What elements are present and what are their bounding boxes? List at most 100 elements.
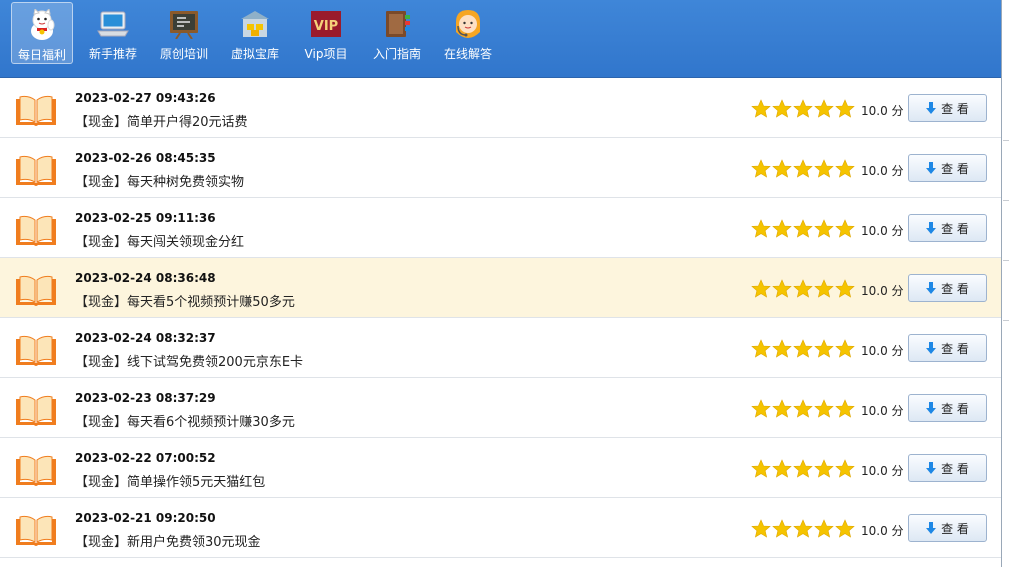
view-button-label: 查 看: [941, 341, 969, 356]
divider: [1003, 200, 1009, 201]
view-button-label: 查 看: [941, 461, 969, 476]
tool-label: 入门指南: [372, 47, 421, 61]
list-item[interactable]: 2023-02-24 08:32:37 【现金】线下试驾免费领200元京东E卡 …: [0, 318, 1001, 378]
item-title[interactable]: 【现金】每天种树免费领实物: [75, 171, 244, 190]
list-item[interactable]: 2023-02-22 07:00:52 【现金】简单操作领5元天猫红包 10.0…: [0, 438, 1001, 498]
tool-virtual-treasury[interactable]: 虚拟宝库: [226, 2, 284, 64]
list-item[interactable]: 2023-02-27 09:43:26 【现金】简单开户得20元话费 10.0 …: [0, 78, 1001, 138]
star-icon: [814, 399, 834, 418]
item-date: 2023-02-24 08:32:37: [75, 331, 216, 345]
tool-original-training[interactable]: 原创培训: [155, 2, 213, 64]
tool-label: 在线解答: [443, 47, 492, 61]
item-date: 2023-02-25 09:11:36: [75, 211, 216, 225]
tool-daily-welfare[interactable]: 每日福利: [11, 2, 73, 64]
view-button[interactable]: 查 看: [908, 94, 987, 122]
star-icon: [751, 459, 771, 478]
star-icon: [772, 399, 792, 418]
tool-beginner-guide[interactable]: 入门指南: [368, 2, 426, 64]
item-score: 10.0 分: [861, 284, 904, 298]
view-button[interactable]: 查 看: [908, 274, 987, 302]
view-button-label: 查 看: [941, 221, 969, 236]
star-icon: [772, 99, 792, 118]
open-book-icon: [16, 155, 56, 186]
item-title[interactable]: 【现金】每天闯关领现金分红: [75, 231, 244, 250]
item-title[interactable]: 【现金】简单开户得20元话费: [75, 111, 248, 130]
laptop-icon: [96, 8, 130, 40]
view-button[interactable]: 查 看: [908, 154, 987, 182]
star-icon: [793, 339, 813, 358]
rating-stars: [751, 159, 855, 178]
rating-stars: [751, 99, 855, 118]
star-icon: [751, 99, 771, 118]
view-button[interactable]: 查 看: [908, 214, 987, 242]
view-button[interactable]: 查 看: [908, 394, 987, 422]
treasure-house-icon: [238, 8, 272, 40]
star-icon: [751, 159, 771, 178]
star-icon: [814, 99, 834, 118]
item-date: 2023-02-24 08:36:48: [75, 271, 216, 285]
star-icon: [793, 159, 813, 178]
item-title[interactable]: 【现金】每天看6个视频预计赚30多元: [75, 411, 295, 430]
view-button[interactable]: 查 看: [908, 334, 987, 362]
list-item[interactable]: 2023-02-26 08:45:35 【现金】每天种树免费领实物 10.0 分…: [0, 138, 1001, 198]
item-title[interactable]: 【现金】每天看5个视频预计赚50多元: [75, 291, 295, 310]
star-icon: [793, 399, 813, 418]
tool-label: 虚拟宝库: [230, 47, 279, 61]
star-icon: [772, 519, 792, 538]
star-icon: [835, 99, 855, 118]
star-icon: [814, 339, 834, 358]
open-book-icon: [16, 395, 56, 426]
item-title[interactable]: 【现金】简单操作领5元天猫红包: [75, 471, 265, 490]
item-date: 2023-02-22 07:00:52: [75, 451, 216, 465]
star-icon: [751, 399, 771, 418]
divider: [1003, 140, 1009, 141]
view-button[interactable]: 查 看: [908, 454, 987, 482]
open-book-icon: [16, 455, 56, 486]
star-icon: [814, 279, 834, 298]
star-icon: [814, 519, 834, 538]
tool-vip-project[interactable]: VIP Vip项目: [297, 2, 355, 64]
tool-label: 每日福利: [17, 48, 66, 62]
star-icon: [793, 459, 813, 478]
list-item[interactable]: 2023-02-23 08:37:29 【现金】每天看6个视频预计赚30多元 1…: [0, 378, 1001, 438]
list-item[interactable]: 2023-02-24 08:36:48 【现金】每天看5个视频预计赚50多元 1…: [0, 258, 1001, 318]
item-score: 10.0 分: [861, 464, 904, 478]
rating-stars: [751, 459, 855, 478]
star-icon: [835, 339, 855, 358]
star-icon: [772, 339, 792, 358]
star-icon: [793, 219, 813, 238]
view-button-label: 查 看: [941, 401, 969, 416]
rating-stars: [751, 519, 855, 538]
star-icon: [835, 459, 855, 478]
star-icon: [835, 519, 855, 538]
star-icon: [751, 219, 771, 238]
tool-online-answers[interactable]: 在线解答: [439, 2, 497, 64]
item-title[interactable]: 【现金】线下试驾免费领200元京东E卡: [75, 351, 303, 370]
rating-stars: [751, 219, 855, 238]
star-icon: [772, 459, 792, 478]
view-button-label: 查 看: [941, 101, 969, 116]
download-arrow-icon: [926, 101, 937, 114]
star-icon: [772, 279, 792, 298]
item-score: 10.0 分: [861, 404, 904, 418]
item-title[interactable]: 【现金】新用户免费领30元现金: [75, 531, 261, 550]
view-button-label: 查 看: [941, 281, 969, 296]
tool-label: Vip项目: [304, 47, 348, 61]
tool-label: 新手推荐: [88, 47, 137, 61]
star-icon: [772, 219, 792, 238]
item-score: 10.0 分: [861, 344, 904, 358]
download-arrow-icon: [926, 521, 937, 534]
tool-newbie-recommend[interactable]: 新手推荐: [84, 2, 142, 64]
item-date: 2023-02-26 08:45:35: [75, 151, 216, 165]
view-button-label: 查 看: [941, 521, 969, 536]
item-score: 10.0 分: [861, 164, 904, 178]
star-icon: [772, 159, 792, 178]
view-button[interactable]: 查 看: [908, 514, 987, 542]
rating-stars: [751, 279, 855, 298]
star-icon: [751, 339, 771, 358]
list-item[interactable]: 2023-02-21 09:20:50 【现金】新用户免费领30元现金 10.0…: [0, 498, 1001, 558]
view-button-label: 查 看: [941, 161, 969, 176]
star-icon: [751, 519, 771, 538]
list-item[interactable]: 2023-02-25 09:11:36 【现金】每天闯关领现金分红 10.0 分…: [0, 198, 1001, 258]
support-agent-icon: [451, 8, 485, 40]
